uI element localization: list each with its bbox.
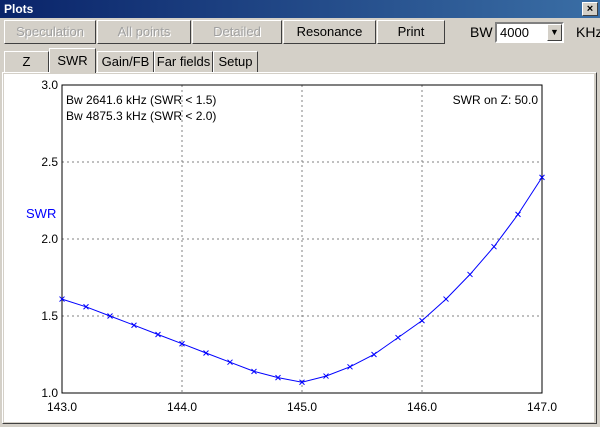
- tab-z[interactable]: Z: [4, 51, 49, 72]
- tab-far-fields[interactable]: Far fields: [154, 51, 213, 72]
- window-titlebar: Plots ×: [0, 0, 600, 18]
- annotation-swr-on-z: SWR on Z: 50.0: [453, 93, 539, 107]
- tab-gain-fb[interactable]: Gain/FB: [97, 51, 154, 72]
- x-tick-label: 143.0: [47, 400, 77, 414]
- y-axis-label: SWR: [26, 206, 56, 221]
- bw-unit-label: KHz: [576, 24, 600, 40]
- annotation-bw-swr-2-0: Bw 4875.3 kHz (SWR < 2.0): [66, 109, 216, 123]
- resonance-button[interactable]: Resonance: [283, 20, 376, 44]
- x-tick-label: 145.0: [287, 400, 317, 414]
- bw-label: BW: [470, 24, 493, 40]
- close-button[interactable]: ×: [582, 2, 598, 16]
- chart-grid: [62, 85, 542, 393]
- tab-swr[interactable]: SWR: [49, 48, 96, 73]
- swr-data-point: [419, 317, 425, 324]
- swr-data-point: [227, 359, 233, 366]
- swr-data-point: [443, 296, 449, 302]
- y-tick-label: 1.5: [41, 309, 58, 323]
- swr-chart: 143.0 144.0 145.0 146.0 147.0 1.0 1.5 2.0 2.5 3.0…: [4, 74, 594, 422]
- swr-data-point: [515, 211, 521, 218]
- tick-labels: 143.0 144.0 145.0 146.0 147.0 1.0 1.5 2.0 2.5 3.0: [41, 78, 557, 414]
- annotation-bw-swr-1-5: Bw 2641.6 kHz (SWR < 1.5): [66, 93, 216, 107]
- y-tick-label: 2.0: [41, 232, 58, 246]
- speculation-button[interactable]: Speculation: [4, 20, 96, 44]
- x-tick-label: 144.0: [167, 400, 197, 414]
- y-tick-label: 1.0: [41, 386, 58, 400]
- swr-data-point: [347, 363, 353, 370]
- swr-chart-svg: 143.0 144.0 145.0 146.0 147.0 1.0 1.5 2.0 2.5 3.0…: [26, 78, 557, 414]
- bw-value: 4000: [500, 25, 529, 40]
- print-button[interactable]: Print: [377, 20, 445, 44]
- tab-setup[interactable]: Setup: [213, 51, 258, 72]
- window-title: Plots: [4, 2, 34, 16]
- x-tick-label: 146.0: [407, 400, 437, 414]
- swr-data-point: [155, 331, 161, 338]
- chevron-down-icon[interactable]: ▼: [547, 24, 562, 41]
- y-tick-label: 2.5: [41, 155, 58, 169]
- swr-data-point: [371, 351, 377, 358]
- all-points-button[interactable]: All points: [97, 20, 191, 44]
- swr-data-point: [491, 243, 497, 250]
- bw-select[interactable]: 4000 ▼: [495, 22, 564, 43]
- swr-data-point: [131, 322, 137, 329]
- detailed-button[interactable]: Detailed: [192, 20, 282, 44]
- y-tick-label: 3.0: [41, 78, 58, 92]
- swr-data-point: [467, 271, 473, 278]
- swr-data-point: [203, 350, 209, 356]
- x-tick-label: 147.0: [527, 400, 557, 414]
- swr-data-point: [395, 334, 401, 341]
